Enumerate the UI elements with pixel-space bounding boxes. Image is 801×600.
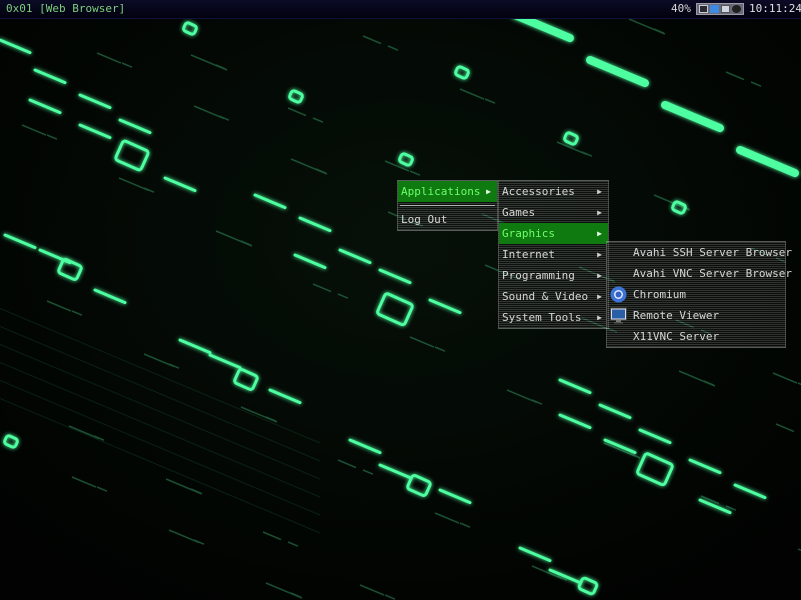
submenu-arrow-icon: ▶ — [597, 187, 602, 196]
menu-item-games[interactable]: Games ▶ — [499, 202, 608, 223]
applications-menu: Accessories ▶ Games ▶ Graphics ▶ Interne… — [498, 180, 609, 329]
clock[interactable]: 10:11:24 — [749, 0, 801, 18]
system-tray — [696, 3, 744, 15]
menu-item-label: Internet — [502, 248, 555, 261]
menu-item-accessories[interactable]: Accessories ▶ — [499, 181, 608, 202]
menu-item-chromium[interactable]: Chromium — [607, 284, 785, 305]
submenu-arrow-icon: ▶ — [597, 250, 602, 259]
menu-item-label: System Tools — [502, 311, 582, 324]
menu-item-label: Programming — [502, 269, 575, 282]
menu-item-label: Graphics — [502, 227, 555, 240]
menu-item-programming[interactable]: Programming ▶ — [499, 265, 608, 286]
menu-item-remote-viewer[interactable]: Remote Viewer — [607, 305, 785, 326]
folder-icon[interactable] — [710, 5, 719, 13]
terminal-icon[interactable] — [699, 5, 708, 13]
menu-item-avahi-vnc-browser[interactable]: Avahi VNC Server Browser — [607, 263, 792, 284]
menu-item-label: Sound & Video — [502, 290, 589, 303]
submenu-arrow-icon: ▶ — [486, 187, 491, 196]
menu-item-label: X11VNC Server — [633, 330, 720, 343]
menu-item-internet[interactable]: Internet ▶ — [499, 244, 608, 265]
menu-item-applications[interactable]: Applications ▶ — [398, 181, 497, 202]
menu-item-label: Log Out — [401, 213, 448, 226]
menu-item-label: Chromium — [633, 288, 686, 301]
menu-item-label: Applications — [401, 185, 481, 198]
menu-item-label: Games — [502, 206, 536, 219]
active-window-label[interactable]: 0x01 [Web Browser] — [6, 0, 125, 18]
submenu-arrow-icon: ▶ — [597, 292, 602, 301]
submenu-arrow-icon: ▶ — [597, 208, 602, 217]
menu-item-system-tools[interactable]: System Tools ▶ — [499, 307, 608, 328]
root-menu: Applications ▶ Log Out — [397, 180, 498, 231]
menu-item-label: Accessories — [502, 185, 575, 198]
menu-item-log-out[interactable]: Log Out — [398, 209, 497, 230]
power-icon[interactable] — [732, 5, 741, 13]
menu-item-label: Avahi VNC Server Browser — [633, 267, 792, 280]
menu-item-x11vnc-server[interactable]: X11VNC Server — [607, 326, 785, 347]
menu-separator — [400, 205, 495, 206]
chromium-icon — [610, 286, 627, 303]
submenu-arrow-icon: ▶ — [597, 313, 602, 322]
menu-item-graphics[interactable]: Graphics ▶ — [499, 223, 608, 244]
graphics-menu: Avahi SSH Server Browser Avahi VNC Serve… — [606, 241, 792, 348]
menu-item-label: Avahi SSH Server Browser — [633, 246, 792, 259]
menu-item-sound-video[interactable]: Sound & Video ▶ — [499, 286, 608, 307]
battery-indicator[interactable]: 40% — [671, 0, 691, 18]
monitor-icon — [610, 307, 627, 324]
display-icon[interactable] — [721, 5, 730, 13]
menu-item-avahi-ssh-browser[interactable]: Avahi SSH Server Browser — [607, 242, 792, 263]
top-panel: 0x01 [Web Browser] 40% 10:11:24 — [0, 0, 801, 19]
submenu-arrow-icon: ▶ — [597, 271, 602, 280]
menu-item-label: Remote Viewer — [633, 309, 720, 322]
submenu-arrow-icon: ▶ — [597, 229, 602, 238]
